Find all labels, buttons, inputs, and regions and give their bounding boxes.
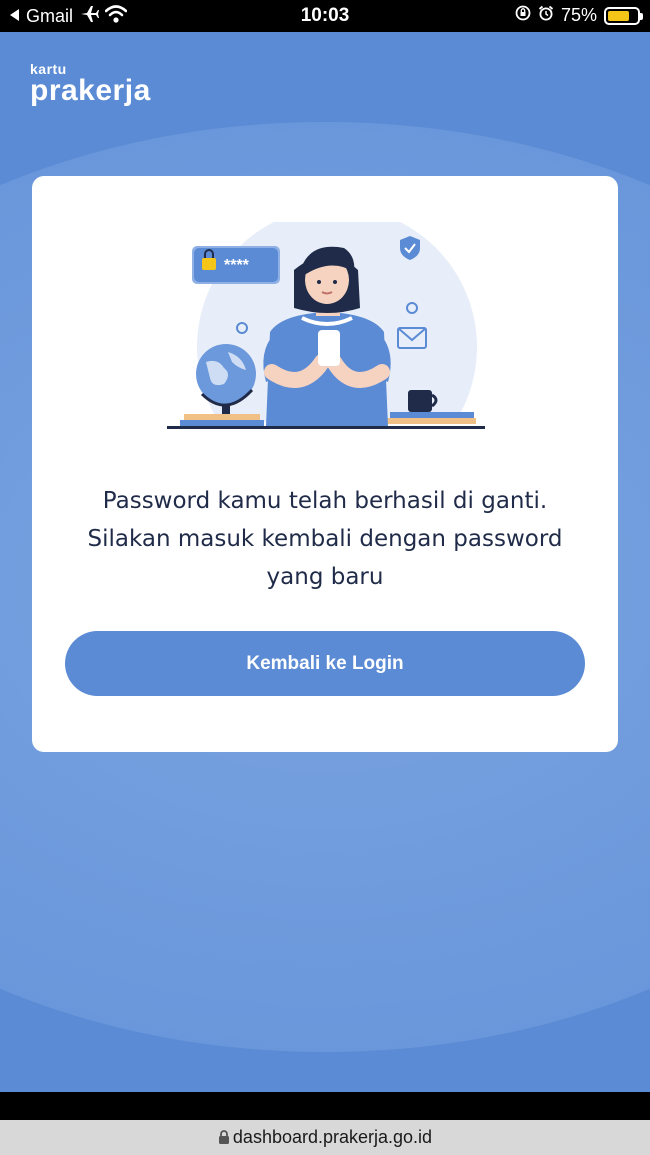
alarm-icon — [538, 5, 554, 26]
message-line-2: Silakan masuk kembali dengan password — [87, 526, 563, 552]
message-line-3: yang baru — [266, 564, 384, 590]
battery-percent: 75% — [560, 5, 597, 25]
status-bar: Gmail 10:03 75% — [0, 0, 650, 32]
orientation-lock-icon — [515, 5, 531, 26]
logo-main-text: prakerja — [30, 74, 151, 107]
success-card: **** Password kamu telah berhasil di gan… — [32, 176, 618, 752]
lock-icon — [218, 1122, 230, 1155]
url-text: dashboard.prakerja.go.id — [232, 1127, 433, 1147]
battery-icon — [604, 6, 643, 25]
status-right: 75% — [515, 5, 643, 26]
back-to-login-button[interactable]: Kembali ke Login — [65, 631, 585, 696]
browser-url-bar[interactable]: dashboard.prakerja.go.id — [0, 1120, 650, 1155]
app-screen: kartu prakerja **** Password kamu telah … — [0, 32, 650, 1092]
logo[interactable]: kartu prakerja — [30, 62, 151, 106]
battery-fill — [608, 10, 629, 21]
password-mask-text: **** — [224, 257, 250, 274]
bottom-spacer — [0, 1092, 650, 1120]
message-line-1: Password kamu telah berhasil di ganti. — [102, 488, 548, 514]
success-message: Password kamu telah berhasil di ganti. S… — [32, 482, 618, 596]
password-success-illustration: **** — [162, 222, 492, 458]
